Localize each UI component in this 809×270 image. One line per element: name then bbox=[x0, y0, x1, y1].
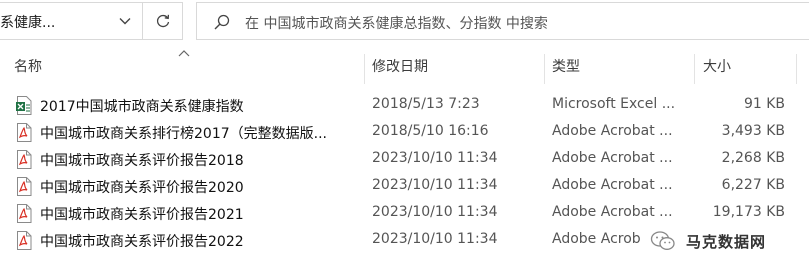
file-row[interactable]: 中国城市政商关系评价报告2020 2023/10/10 11:34 Adobe … bbox=[0, 173, 809, 200]
pdf-icon bbox=[17, 204, 32, 223]
column-header-type[interactable]: 类型 bbox=[552, 56, 580, 76]
file-date: 2023/10/10 11:34 bbox=[372, 150, 498, 166]
file-type: Adobe Acrobat ... bbox=[552, 150, 673, 166]
file-row[interactable]: 中国城市政商关系评价报告2018 2023/10/10 11:34 Adobe … bbox=[0, 146, 809, 173]
address-bar[interactable]: 系健康... bbox=[0, 2, 143, 40]
file-size: 3,493 KB bbox=[721, 123, 785, 139]
file-name: 中国城市政商关系排行榜2017（完整数据版... bbox=[40, 126, 327, 142]
column-divider[interactable] bbox=[544, 54, 545, 84]
file-explorer-window: 系健康... 在 中国城市政商关系健康总指数、分指数 中搜索 名称 修改日期 类… bbox=[0, 0, 809, 270]
file-row[interactable]: 2017中国城市政商关系健康指数 2018/5/13 7:23 Microsof… bbox=[0, 92, 809, 119]
column-header-row: 名称 修改日期 类型 大小 bbox=[0, 46, 809, 88]
column-divider[interactable] bbox=[796, 54, 797, 84]
file-size: 6,227 KB bbox=[721, 177, 785, 193]
search-placeholder: 在 中国城市政商关系健康总指数、分指数 中搜索 bbox=[245, 16, 548, 32]
pdf-icon bbox=[17, 123, 32, 142]
file-size: 2,268 KB bbox=[721, 150, 785, 166]
chevron-down-icon[interactable] bbox=[118, 14, 132, 28]
sort-ascending-icon bbox=[178, 50, 190, 57]
excel-icon bbox=[16, 96, 32, 115]
file-row[interactable]: 中国城市政商关系排行榜2017（完整数据版... 2018/5/10 16:16… bbox=[0, 119, 809, 146]
pdf-icon bbox=[17, 177, 32, 196]
file-date: 2023/10/10 11:34 bbox=[372, 204, 498, 220]
column-divider[interactable] bbox=[364, 54, 365, 84]
file-date: 2018/5/10 16:16 bbox=[372, 123, 489, 139]
wechat-icon bbox=[650, 231, 675, 250]
file-type: Adobe Acrobat ... bbox=[552, 204, 673, 220]
address-path: 系健康... bbox=[0, 15, 56, 31]
refresh-icon bbox=[156, 14, 169, 28]
column-header-date[interactable]: 修改日期 bbox=[372, 56, 428, 76]
search-icon bbox=[214, 14, 230, 30]
watermark-text: 马克数据网 bbox=[686, 232, 767, 251]
file-date: 2023/10/10 11:34 bbox=[372, 177, 498, 193]
address-toolbar: 系健康... 在 中国城市政商关系健康总指数、分指数 中搜索 bbox=[0, 0, 809, 46]
file-date: 2018/5/13 7:23 bbox=[372, 96, 480, 112]
file-type: Adobe Acrobat ... bbox=[552, 123, 673, 139]
file-name: 中国城市政商关系评价报告2018 bbox=[40, 153, 244, 169]
pdf-icon bbox=[17, 231, 32, 250]
pdf-icon bbox=[17, 150, 32, 169]
column-header-name[interactable]: 名称 bbox=[14, 56, 42, 76]
watermark: 马克数据网 bbox=[648, 226, 809, 256]
file-row[interactable]: 中国城市政商关系评价报告2021 2023/10/10 11:34 Adobe … bbox=[0, 200, 809, 227]
file-name: 中国城市政商关系评价报告2021 bbox=[40, 207, 244, 223]
file-name: 2017中国城市政商关系健康指数 bbox=[40, 99, 244, 115]
column-divider[interactable] bbox=[694, 54, 695, 84]
file-size: 19,173 KB bbox=[712, 204, 785, 220]
refresh-button[interactable] bbox=[143, 2, 183, 40]
file-size: 91 KB bbox=[743, 96, 785, 112]
file-type: Microsoft Excel ... bbox=[552, 96, 676, 112]
file-type: Adobe Acrobat ... bbox=[552, 177, 673, 193]
file-type: Adobe Acrob bbox=[552, 231, 641, 247]
file-name: 中国城市政商关系评价报告2020 bbox=[40, 180, 244, 196]
file-date: 2023/10/10 11:34 bbox=[372, 231, 498, 247]
search-input[interactable]: 在 中国城市政商关系健康总指数、分指数 中搜索 bbox=[196, 2, 809, 40]
column-header-size[interactable]: 大小 bbox=[703, 56, 731, 76]
file-name: 中国城市政商关系评价报告2022 bbox=[40, 234, 244, 250]
